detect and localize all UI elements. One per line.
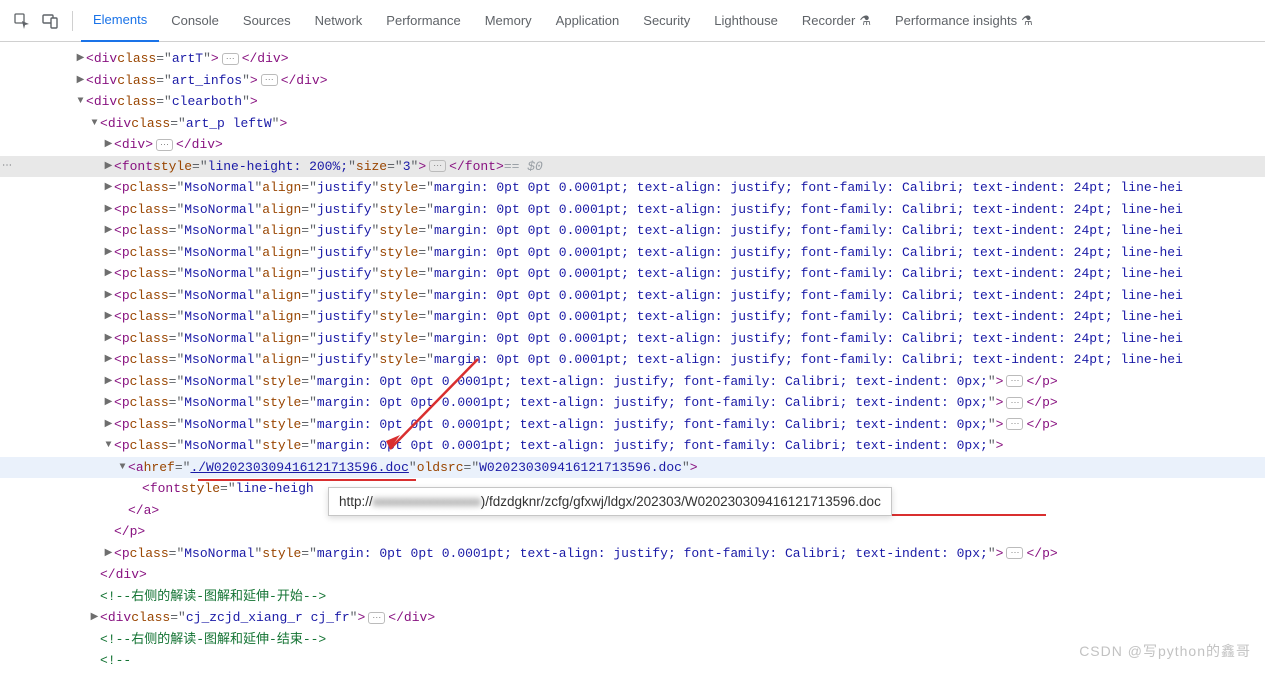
expand-arrow[interactable] bbox=[103, 242, 114, 264]
tab-console[interactable]: Console bbox=[159, 0, 231, 42]
dom-tree[interactable]: <div class="artT">⋯</div> <div class="ar… bbox=[0, 42, 1265, 678]
annotation-arrow bbox=[378, 351, 490, 461]
expand-arrow[interactable] bbox=[103, 156, 114, 178]
expand-arrow[interactable] bbox=[103, 263, 114, 285]
gutter-dots-icon: ⋯ bbox=[2, 156, 13, 178]
ellipsis-icon[interactable]: ⋯ bbox=[1006, 418, 1023, 430]
expand-arrow[interactable] bbox=[103, 134, 114, 156]
ellipsis-icon[interactable]: ⋯ bbox=[368, 612, 385, 624]
expand-arrow[interactable] bbox=[89, 607, 100, 629]
expand-arrow[interactable] bbox=[75, 70, 86, 92]
expand-arrow[interactable] bbox=[103, 199, 114, 221]
expand-arrow[interactable] bbox=[103, 414, 114, 436]
tab-lighthouse[interactable]: Lighthouse bbox=[702, 0, 790, 42]
selected-element-marker: == $0 bbox=[504, 156, 543, 178]
expand-arrow[interactable] bbox=[103, 371, 114, 393]
ellipsis-icon[interactable]: ⋯ bbox=[156, 139, 173, 151]
expand-arrow[interactable] bbox=[103, 285, 114, 307]
tab-performance[interactable]: Performance bbox=[374, 0, 472, 42]
tab-performance-insights[interactable]: Performance insights⚗ bbox=[883, 0, 1045, 42]
ellipsis-icon[interactable]: ⋯ bbox=[1006, 547, 1023, 559]
collapse-arrow[interactable] bbox=[75, 91, 86, 113]
tab-elements[interactable]: Elements bbox=[81, 0, 159, 42]
expand-arrow[interactable] bbox=[103, 349, 114, 371]
expand-arrow[interactable] bbox=[103, 328, 114, 350]
annotation-underline bbox=[198, 479, 416, 481]
ellipsis-icon[interactable]: ⋯ bbox=[222, 53, 239, 65]
expand-arrow[interactable] bbox=[103, 543, 114, 565]
expand-arrow[interactable] bbox=[103, 220, 114, 242]
url-tooltip: http://xxxxxxxxxxxxxxxx)/fdzdgknr/zcfg/g… bbox=[328, 487, 892, 516]
panel-tabs: Elements Console Sources Network Perform… bbox=[81, 0, 1045, 41]
tab-security[interactable]: Security bbox=[631, 0, 702, 42]
beaker-icon: ⚗ bbox=[859, 13, 871, 29]
ellipsis-icon[interactable]: ⋯ bbox=[1006, 375, 1023, 387]
tab-sources[interactable]: Sources bbox=[231, 0, 303, 42]
expand-arrow[interactable] bbox=[103, 177, 114, 199]
tab-memory[interactable]: Memory bbox=[473, 0, 544, 42]
collapse-arrow[interactable] bbox=[117, 457, 128, 479]
watermark: CSDN @写python的鑫哥 bbox=[1079, 641, 1251, 661]
inspect-icon[interactable] bbox=[12, 11, 32, 31]
toolbar-separator bbox=[72, 11, 73, 31]
expand-arrow[interactable] bbox=[103, 306, 114, 328]
devtools-toolbar: Elements Console Sources Network Perform… bbox=[0, 0, 1265, 42]
tab-application[interactable]: Application bbox=[544, 0, 632, 42]
tab-network[interactable]: Network bbox=[303, 0, 375, 42]
collapse-arrow[interactable] bbox=[103, 435, 114, 457]
ellipsis-icon[interactable]: ⋯ bbox=[429, 160, 446, 172]
ellipsis-icon[interactable]: ⋯ bbox=[1006, 397, 1023, 409]
collapse-arrow[interactable] bbox=[89, 113, 100, 135]
expand-arrow[interactable] bbox=[75, 48, 86, 70]
beaker-icon: ⚗ bbox=[1021, 13, 1033, 29]
device-toggle-icon[interactable] bbox=[40, 11, 60, 31]
tab-recorder[interactable]: Recorder⚗ bbox=[790, 0, 883, 42]
href-link[interactable]: ./W020230309416121713596.doc bbox=[190, 457, 408, 479]
expand-arrow[interactable] bbox=[103, 392, 114, 414]
ellipsis-icon[interactable]: ⋯ bbox=[261, 74, 278, 86]
